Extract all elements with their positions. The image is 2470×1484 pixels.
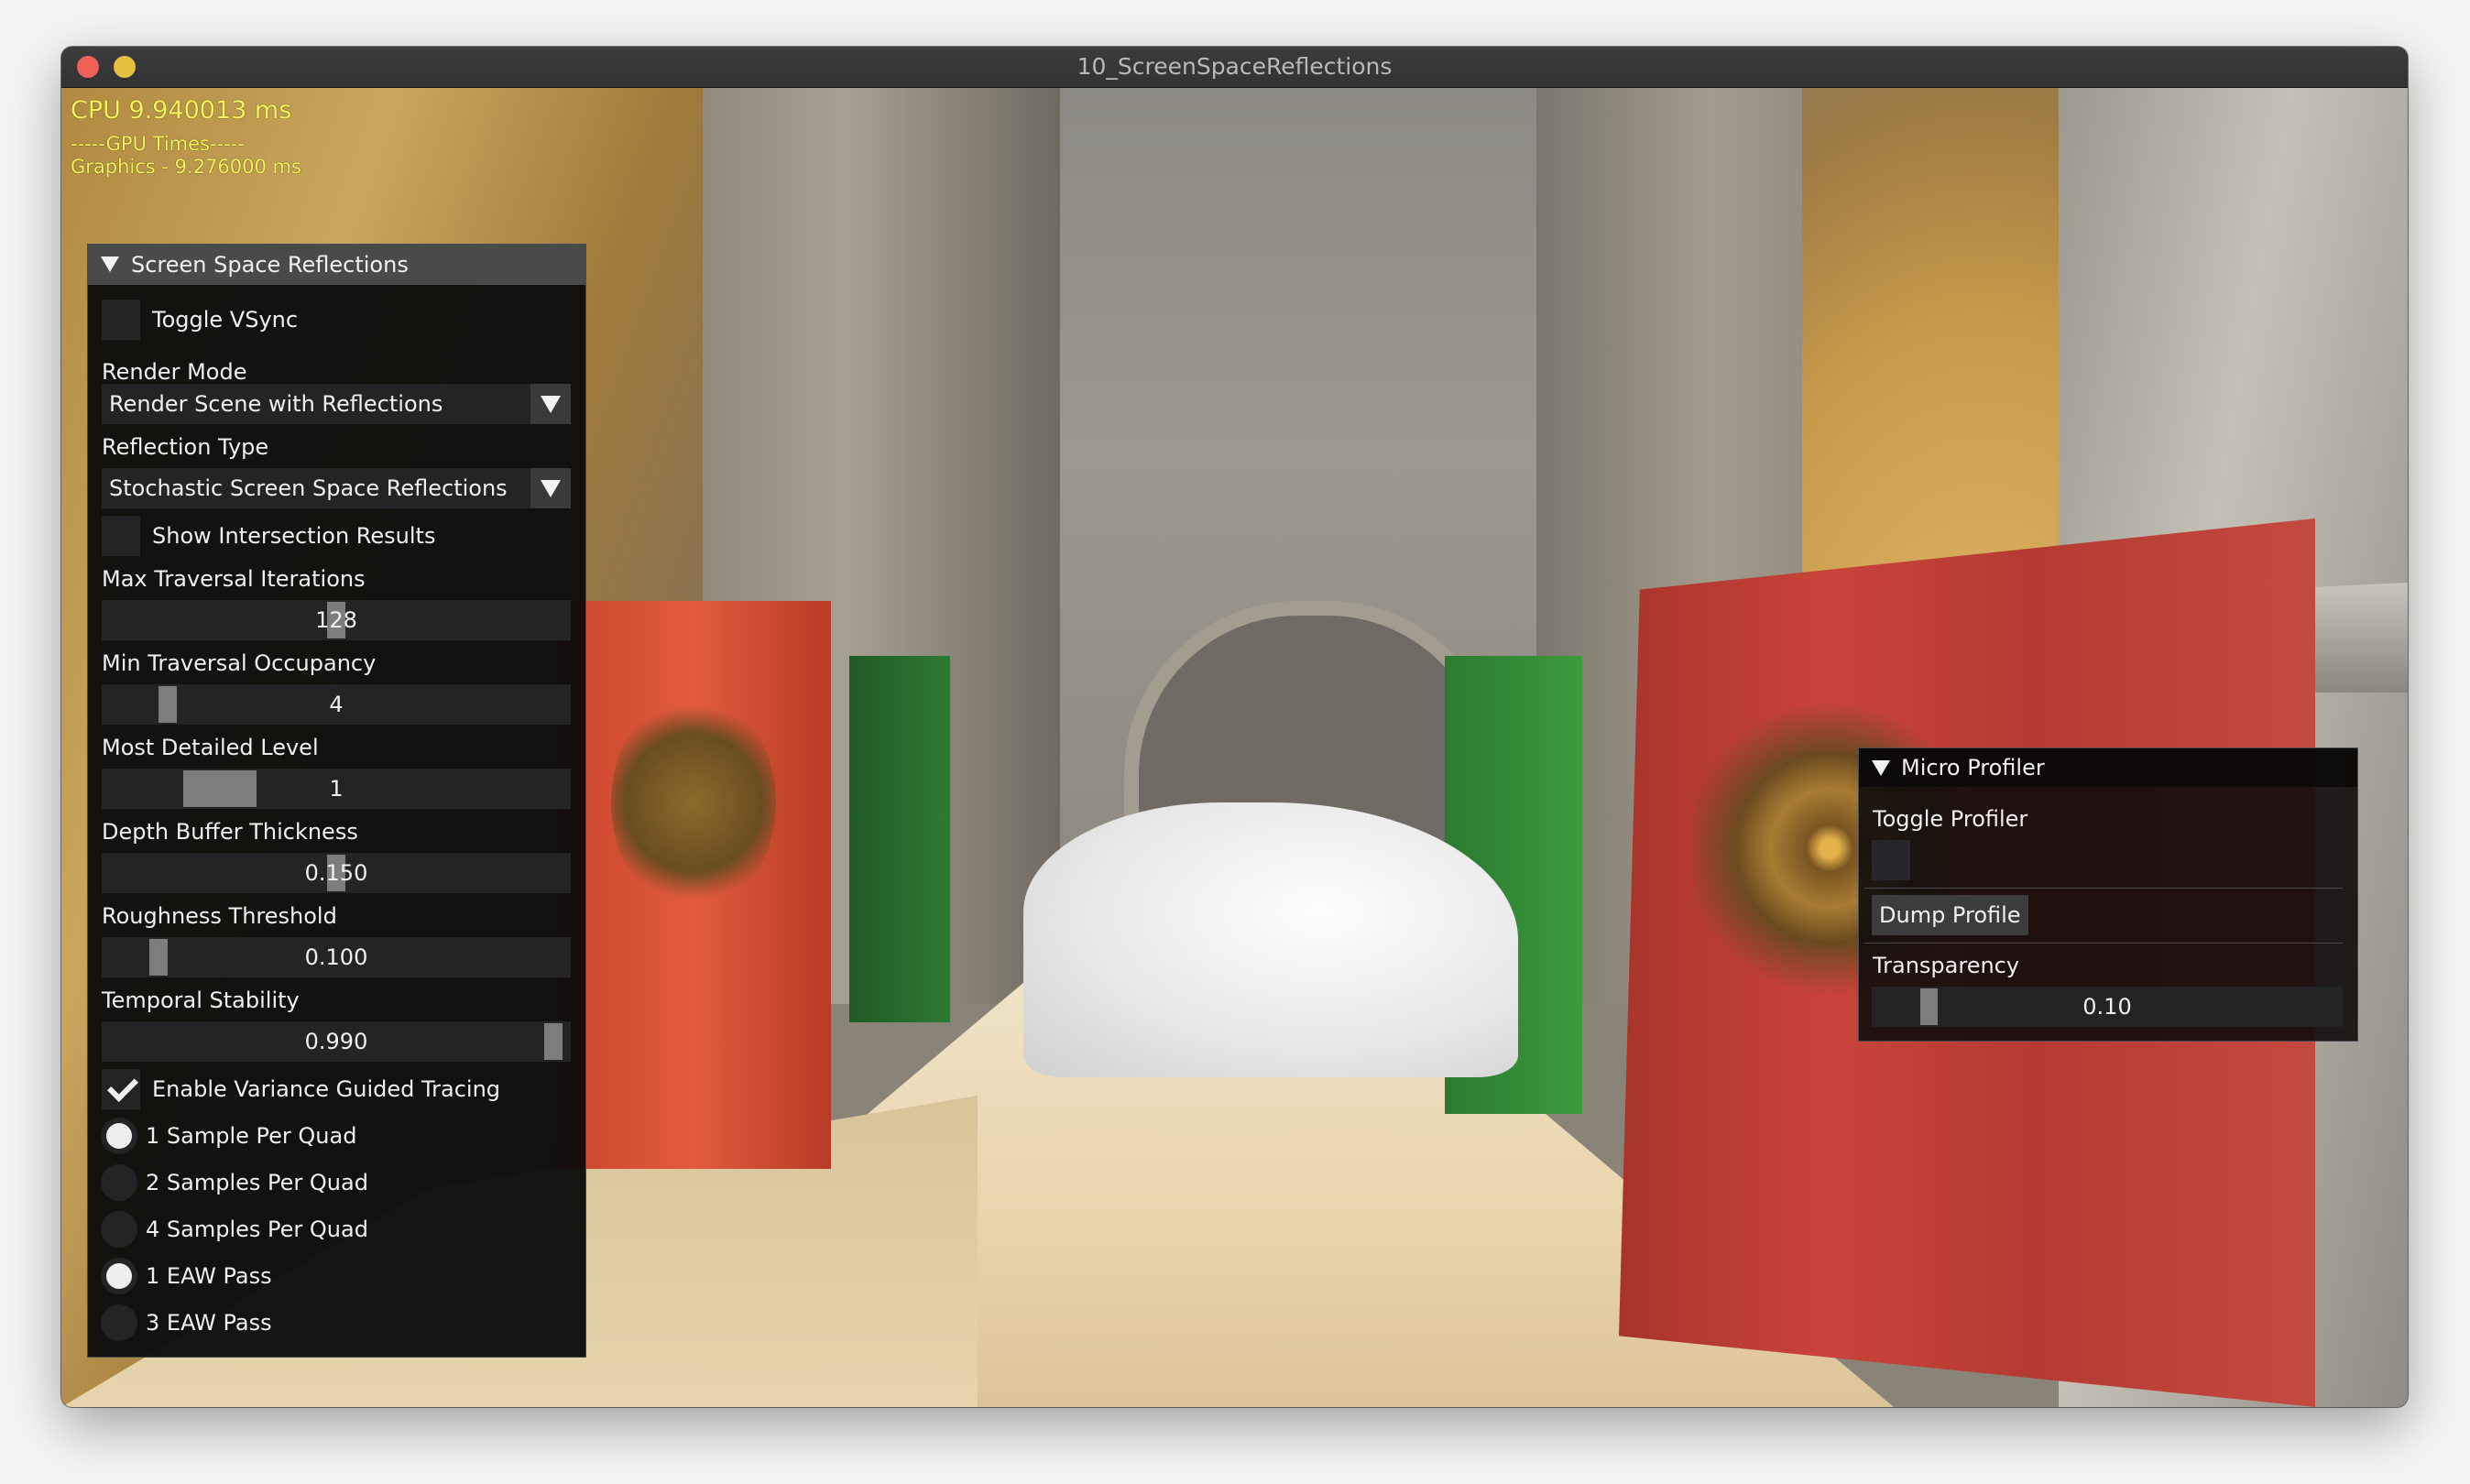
ssr-panel: Screen Space Reflections Toggle VSync Re… xyxy=(87,244,586,1358)
variance-guided-checkbox[interactable] xyxy=(102,1069,140,1109)
slider-temporal-stability[interactable]: 0.990 xyxy=(102,1021,571,1062)
transparency-slider[interactable]: 0.10 xyxy=(1872,987,2343,1027)
reflection-type-dropdown-button[interactable] xyxy=(530,468,571,508)
toggle-vsync-label: Toggle VSync xyxy=(152,307,299,333)
radio-label: 2 Samples Per Quad xyxy=(146,1170,368,1195)
slider-label: Depth Buffer Thickness xyxy=(102,819,358,845)
window-title: 10_ScreenSpaceReflections xyxy=(1077,53,1393,80)
slider-max-traversal-iterations[interactable]: 128 xyxy=(102,600,571,640)
slider-label: Roughness Threshold xyxy=(102,903,337,929)
radio-label: 1 Sample Per Quad xyxy=(146,1123,357,1149)
radio-button[interactable] xyxy=(101,1258,137,1294)
dump-profile-button[interactable]: Dump Profile xyxy=(1872,895,2028,935)
toggle-profiler-label: Toggle Profiler xyxy=(1873,806,2028,832)
hud-cpu-time: CPU 9.940013 ms xyxy=(71,96,292,125)
reflection-type-dropdown[interactable]: Stochastic Screen Space Reflections xyxy=(102,468,571,508)
slider-value: 0.150 xyxy=(304,860,368,886)
radio-selected-dot-icon xyxy=(106,1263,132,1289)
separator xyxy=(1864,888,2343,889)
dropdown-arrow-icon xyxy=(541,480,561,497)
micro-profiler-title: Micro Profiler xyxy=(1901,755,2045,780)
show-intersection-label: Show Intersection Results xyxy=(152,523,436,549)
radio-button[interactable] xyxy=(101,1304,137,1341)
micro-profiler-header[interactable]: Micro Profiler xyxy=(1859,748,2357,787)
checkmark-icon xyxy=(107,1071,138,1102)
slider-value: 128 xyxy=(315,607,357,633)
show-intersection-checkbox[interactable] xyxy=(102,516,140,556)
render-mode-label: Render Mode xyxy=(102,359,247,385)
slider-label: Max Traversal Iterations xyxy=(102,566,366,592)
slider-value: 1 xyxy=(329,776,344,802)
render-mode-dropdown[interactable]: Render Scene with Reflections xyxy=(102,384,571,424)
slider-value: 4 xyxy=(329,692,344,717)
scene-left-green-curtain xyxy=(849,656,950,1022)
radio-label: 4 Samples Per Quad xyxy=(146,1217,368,1242)
render-mode-value: Render Scene with Reflections xyxy=(109,391,443,417)
ssr-panel-header[interactable]: Screen Space Reflections xyxy=(88,245,585,285)
slider-label: Min Traversal Occupancy xyxy=(102,650,377,676)
slider-min-traversal-occupancy[interactable]: 4 xyxy=(102,684,571,725)
app-window: 10_ScreenSpaceReflections CPU 9.940013 m… xyxy=(61,47,2408,1407)
collapse-triangle-icon[interactable] xyxy=(1872,760,1890,776)
slider-label: Temporal Stability xyxy=(102,988,300,1013)
slider-roughness-threshold[interactable]: 0.100 xyxy=(102,937,571,977)
reflection-type-label: Reflection Type xyxy=(102,434,269,460)
separator xyxy=(1864,943,2343,944)
slider-most-detailed-level[interactable]: 1 xyxy=(102,769,571,809)
slider-depth-buffer-thickness[interactable]: 0.150 xyxy=(102,853,571,893)
hud-graphics-time: Graphics - 9.276000 ms xyxy=(71,156,301,178)
radio-selected-dot-icon xyxy=(106,1123,132,1149)
collapse-triangle-icon[interactable] xyxy=(101,256,119,272)
variance-guided-label: Enable Variance Guided Tracing xyxy=(152,1076,501,1102)
slider-value: 0.100 xyxy=(304,944,368,970)
title-bar[interactable]: 10_ScreenSpaceReflections xyxy=(61,47,2408,88)
radio-button[interactable] xyxy=(101,1164,137,1201)
micro-profiler-panel: Micro Profiler Toggle Profiler Dump Prof… xyxy=(1858,747,2358,1042)
radio-button[interactable] xyxy=(101,1211,137,1248)
slider-label: Most Detailed Level xyxy=(102,735,319,760)
ssr-panel-title: Screen Space Reflections xyxy=(131,252,409,278)
radio-label: 1 EAW Pass xyxy=(146,1263,272,1289)
scene-lion-statue xyxy=(1023,802,1518,1077)
transparency-value: 0.10 xyxy=(2082,994,2132,1020)
scene-left-medallion xyxy=(611,693,776,912)
hud-gpu-header: -----GPU Times----- xyxy=(71,133,245,155)
toggle-profiler-checkbox[interactable] xyxy=(1872,840,1910,880)
radio-button[interactable] xyxy=(101,1118,137,1154)
slider-value: 0.990 xyxy=(304,1029,368,1054)
transparency-label: Transparency xyxy=(1873,953,2020,978)
render-mode-dropdown-button[interactable] xyxy=(530,384,571,424)
reflection-type-value: Stochastic Screen Space Reflections xyxy=(109,475,508,501)
dropdown-arrow-icon xyxy=(541,396,561,413)
toggle-vsync-checkbox[interactable] xyxy=(102,300,140,340)
radio-label: 3 EAW Pass xyxy=(146,1310,272,1336)
